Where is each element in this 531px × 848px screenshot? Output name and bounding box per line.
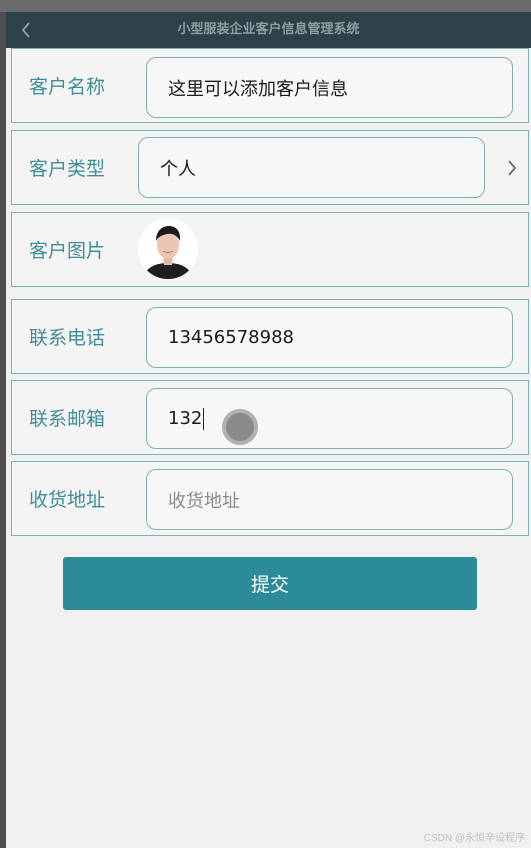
form-row-image: 客户图片 (11, 212, 529, 287)
avatar[interactable] (138, 219, 198, 279)
image-label: 客户图片 (29, 240, 106, 262)
form-row-email: 联系邮箱 132 (11, 380, 529, 455)
text-caret (203, 407, 205, 430)
type-label: 客户类型 (29, 158, 106, 180)
address-label: 收货地址 (29, 489, 106, 511)
form-row-address: 收货地址 收货地址 (11, 461, 529, 536)
email-value: 132 (168, 408, 203, 429)
window-top-strip (0, 0, 531, 12)
form-row-type: 客户类型 个人 (11, 130, 529, 205)
watermark: CSDN @永恒辛设程序 (423, 833, 525, 844)
phone-input[interactable]: 13456578988 (146, 307, 513, 368)
type-select[interactable]: 个人 (138, 137, 485, 198)
form-row-phone: 联系电话 13456578988 (11, 299, 529, 374)
phone-screen: 小型服装企业客户信息管理系统 客户名称 这里可以添加客户信息 客户类型 个人 客… (6, 12, 531, 848)
address-input[interactable]: 收货地址 (146, 469, 513, 530)
chevron-right-icon[interactable] (506, 131, 518, 204)
email-input[interactable]: 132 (146, 388, 513, 449)
form-row-name: 客户名称 这里可以添加客户信息 (11, 48, 529, 123)
navbar: 小型服装企业客户信息管理系统 (6, 12, 531, 48)
name-input[interactable]: 这里可以添加客户信息 (146, 57, 513, 118)
submit-button[interactable]: 提交 (63, 557, 477, 610)
name-label: 客户名称 (29, 76, 106, 98)
phone-label: 联系电话 (29, 327, 106, 349)
touch-cursor-indicator (222, 409, 258, 445)
page-title: 小型服装企业客户信息管理系统 (177, 22, 360, 37)
email-label: 联系邮箱 (29, 408, 106, 430)
